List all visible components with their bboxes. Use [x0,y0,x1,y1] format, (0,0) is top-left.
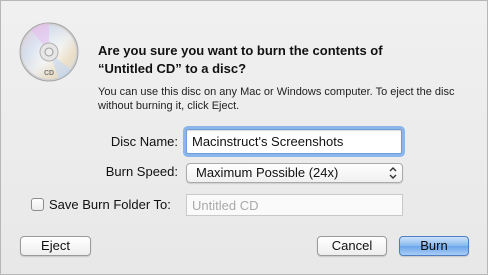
burn-button[interactable]: Burn [399,236,469,256]
eject-button[interactable]: Eject [20,236,91,256]
cd-logo-text: CD [44,70,54,77]
save-burn-folder-label[interactable]: Save Burn Folder To: [49,197,171,212]
disc-name-field[interactable] [186,129,402,154]
save-burn-folder-checkbox[interactable] [31,198,44,211]
burn-disc-dialog: CD Are you sure you want to burn the con… [0,0,488,275]
burn-folder-name-field [186,194,403,216]
dialog-message: You can use this disc on any Mac or Wind… [98,86,455,112]
dialog-title: Are you sure you want to burn the conten… [98,43,383,76]
cancel-button[interactable]: Cancel [317,236,387,256]
disc-name-label: Disc Name: [110,134,178,149]
cd-disc-icon: CD [19,22,79,82]
burn-speed-value: Maximum Possible (24x) [196,165,339,180]
burn-speed-label: Burn Speed: [105,164,178,179]
popup-arrows-icon [389,167,397,179]
burn-speed-popup[interactable]: Maximum Possible (24x) [186,163,403,183]
